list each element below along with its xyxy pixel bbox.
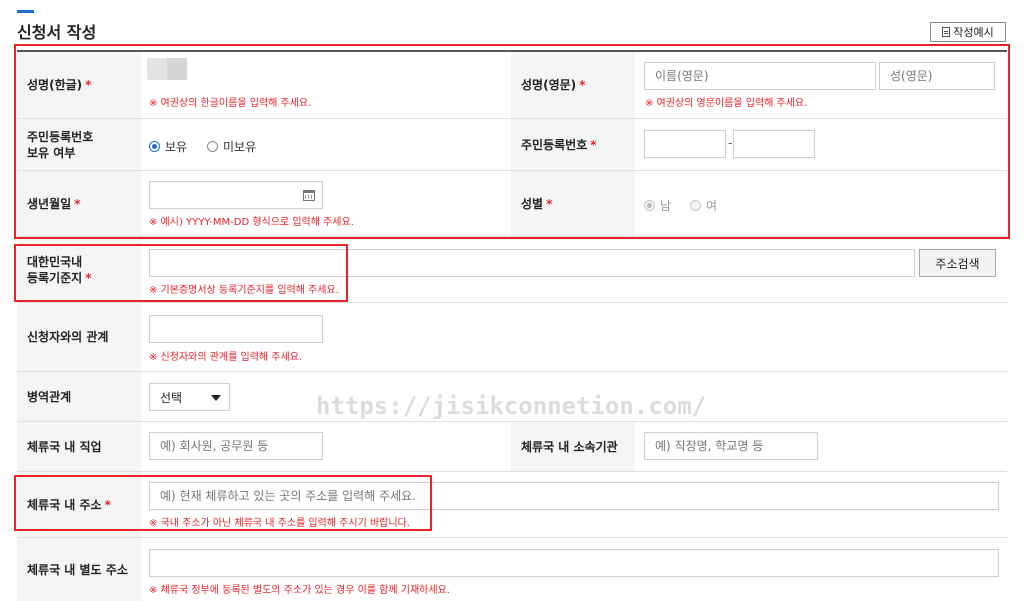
row-relation: 신청자와의 관계 ※ 신청자와의 관계를 입력해 주세요. xyxy=(17,303,1007,372)
label-rrn: 주민등록번호 * xyxy=(511,119,635,170)
required-mark: * xyxy=(85,78,92,92)
radio-rrn-has[interactable]: 보유 xyxy=(149,138,187,155)
required-mark: * xyxy=(104,497,111,512)
rrn-back-input[interactable] xyxy=(733,130,815,158)
row-military: 병역관계 선택 xyxy=(17,372,1007,422)
radio-selected-icon xyxy=(644,200,655,211)
alt-address-hint: ※ 체류국 정부에 등록된 별도의 주소가 있는 경우 이를 함께 기재하세요. xyxy=(149,585,450,596)
english-given-name-input[interactable] xyxy=(644,62,876,90)
birthdate-hint: ※ 예시) YYYY-MM-DD 형식으로 입력해 주세요. xyxy=(149,217,354,228)
radio-gender-male[interactable]: 남 xyxy=(644,197,671,214)
rrn-separator: - xyxy=(728,136,733,150)
label-address: 체류국 내 주소 * xyxy=(17,472,141,537)
writing-example-button[interactable]: 작성예시 xyxy=(930,22,1006,42)
required-mark: * xyxy=(590,137,597,152)
writing-example-label: 작성예시 xyxy=(953,26,994,39)
english-family-name-input[interactable] xyxy=(879,62,995,90)
korean-name-input-blurred xyxy=(167,58,187,80)
label-rrn-holding: 주민등록번호 보유 여부 xyxy=(17,119,141,170)
row-occupation: 체류국 내 직업 체류국 내 소속기관 xyxy=(17,422,1007,472)
label-korean-name: 성명(한글) * xyxy=(17,52,141,118)
radio-unselected-icon xyxy=(690,200,701,211)
english-name-hint: ※ 여권상의 영문이름을 입력해 주세요. xyxy=(645,98,808,109)
radio-gender-female[interactable]: 여 xyxy=(690,197,717,214)
row-domicile: 대한민국내 등록기준지 * 주소검색 ※ 기본증명서상 등록기준지를 입력해 주세요… xyxy=(17,237,1007,303)
chevron-down-icon xyxy=(211,395,221,401)
required-mark: * xyxy=(579,78,586,92)
label-occupation: 체류국 내 직업 xyxy=(17,422,141,471)
row-address: 체류국 내 주소* ※ 국내 주소가 아닌 체류국 내 주소를 입력해 주시기 … xyxy=(17,472,1007,538)
domicile-input[interactable] xyxy=(149,249,915,277)
row-rrn: 주민등록번호 보유 여부 보유 미보유 주민등록번호 * - xyxy=(17,119,1007,171)
address-hint: ※ 국내 주소가 아닌 체류국 내 주소를 입력해 주시기 바랍니다. xyxy=(149,518,410,529)
required-mark: * xyxy=(85,270,92,285)
rrn-front-input[interactable] xyxy=(644,130,726,158)
row-name: 성명(한글)* ※ 여권상의 한글이름을 입력해 주세요. 성명(영문)* ※ … xyxy=(17,52,1007,119)
row-birth-gender: 생년월일 * ※ 예시) YYYY-MM-DD 형식으로 입력해 주세요. 성별 *… xyxy=(17,171,1007,237)
row-alt-address: 체류국 내 별도 주소 ※ 체류국 정부에 등록된 별도의 주소가 있는 경우 … xyxy=(17,538,1007,601)
label-organization: 체류국 내 소속기관 xyxy=(511,422,635,471)
calendar-icon[interactable] xyxy=(303,190,315,201)
address-input[interactable] xyxy=(149,482,999,510)
radio-unselected-icon xyxy=(207,141,218,152)
occupation-input[interactable] xyxy=(149,432,323,460)
label-birthdate: 생년월일 * xyxy=(17,171,141,236)
radio-rrn-none[interactable]: 미보유 xyxy=(207,138,256,155)
label-military: 병역관계 xyxy=(17,372,141,421)
page-title: 신청서 작성 xyxy=(17,23,97,42)
document-icon xyxy=(942,27,951,37)
label-domicile: 대한민국내 등록기준지 * xyxy=(17,237,141,302)
title-accent-bar xyxy=(17,10,34,13)
birthdate-input[interactable] xyxy=(149,181,323,209)
label-alt-address: 체류국 내 별도 주소 xyxy=(17,538,141,601)
label-gender: 성별 * xyxy=(511,171,635,236)
relation-hint: ※ 신청자와의 관계를 입력해 주세요. xyxy=(149,352,303,363)
relation-input[interactable] xyxy=(149,315,323,343)
domicile-hint: ※ 기본증명서상 등록기준지를 입력해 주세요. xyxy=(149,285,339,296)
organization-input[interactable] xyxy=(644,432,818,460)
radio-selected-icon xyxy=(149,141,160,152)
alt-address-input[interactable] xyxy=(149,549,999,577)
label-english-name: 성명(영문) * xyxy=(511,52,635,118)
required-mark: * xyxy=(74,196,81,211)
korean-name-hint: ※ 여권상의 한글이름을 입력해 주세요. xyxy=(149,98,312,109)
required-mark: * xyxy=(546,196,553,211)
label-relation: 신청자와의 관계 xyxy=(17,303,141,371)
address-search-button[interactable]: 주소검색 xyxy=(919,249,996,277)
military-select[interactable]: 선택 xyxy=(149,383,230,411)
